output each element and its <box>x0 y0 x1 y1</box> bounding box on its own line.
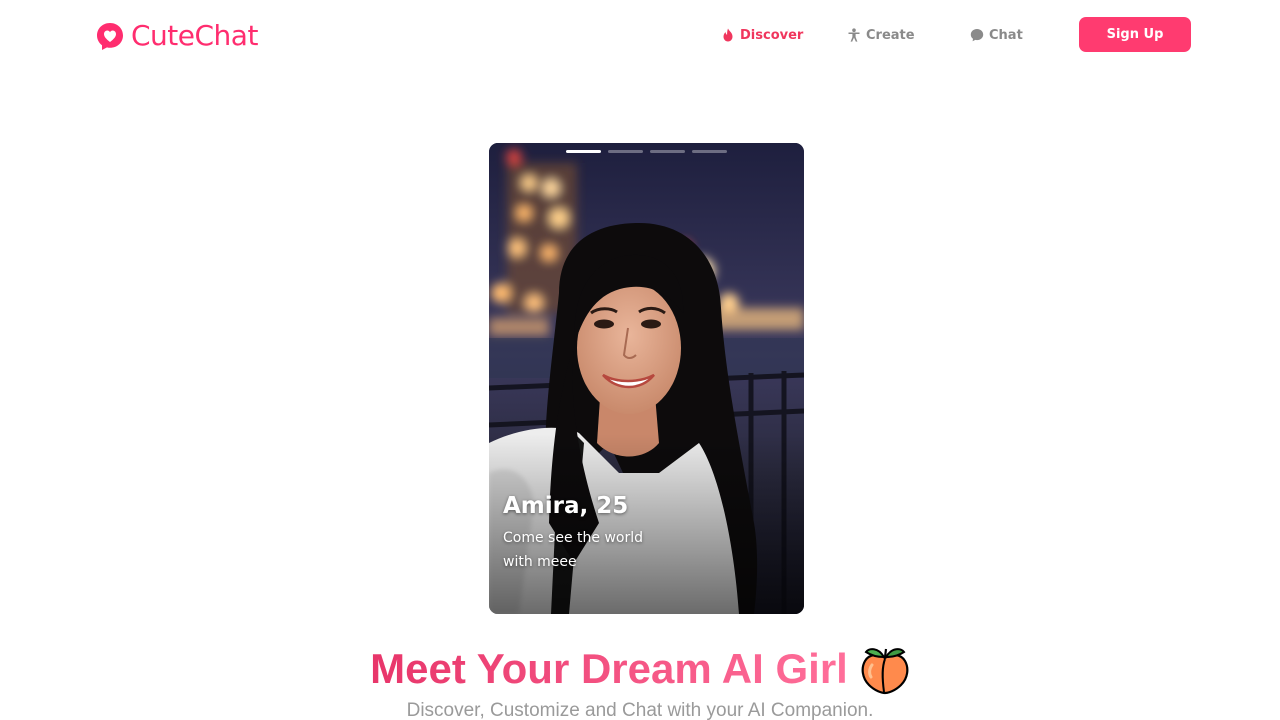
hero-title-text: Meet Your Dream AI Girl <box>370 643 848 695</box>
progress-segment <box>608 150 643 153</box>
hero-title: Meet Your Dream AI Girl <box>0 643 1280 695</box>
profile-bio: Come see the world with meee <box>503 530 643 570</box>
person-icon <box>848 28 860 42</box>
nav-create[interactable]: Create <box>847 24 915 46</box>
progress-segment <box>566 150 601 153</box>
photo-progress-indicator <box>566 150 727 153</box>
chat-bubble-icon <box>970 29 984 42</box>
flame-icon <box>723 28 733 42</box>
nav-chat-label: Chat <box>989 27 1023 43</box>
progress-segment <box>692 150 727 153</box>
nav-discover-label: Discover <box>740 27 804 43</box>
nav-discover[interactable]: Discover <box>721 24 803 46</box>
card-gradient-overlay <box>489 434 804 614</box>
brand-name: CuteChat <box>131 19 258 52</box>
hero-subtitle: Discover, Customize and Chat with your A… <box>406 700 874 720</box>
peach-icon <box>861 648 909 695</box>
profile-card[interactable]: Amira, 25 Come see the world with meee <box>489 143 804 614</box>
heart-chat-logo-icon <box>97 23 123 50</box>
sign-up-button[interactable]: Sign Up <box>1079 17 1191 52</box>
profile-name-age: Amira, 25 <box>503 493 629 519</box>
nav-create-label: Create <box>866 27 915 43</box>
progress-segment <box>650 150 685 153</box>
brand-logo[interactable]: CuteChat <box>95 20 258 52</box>
nav-chat[interactable]: Chat <box>970 24 1023 46</box>
